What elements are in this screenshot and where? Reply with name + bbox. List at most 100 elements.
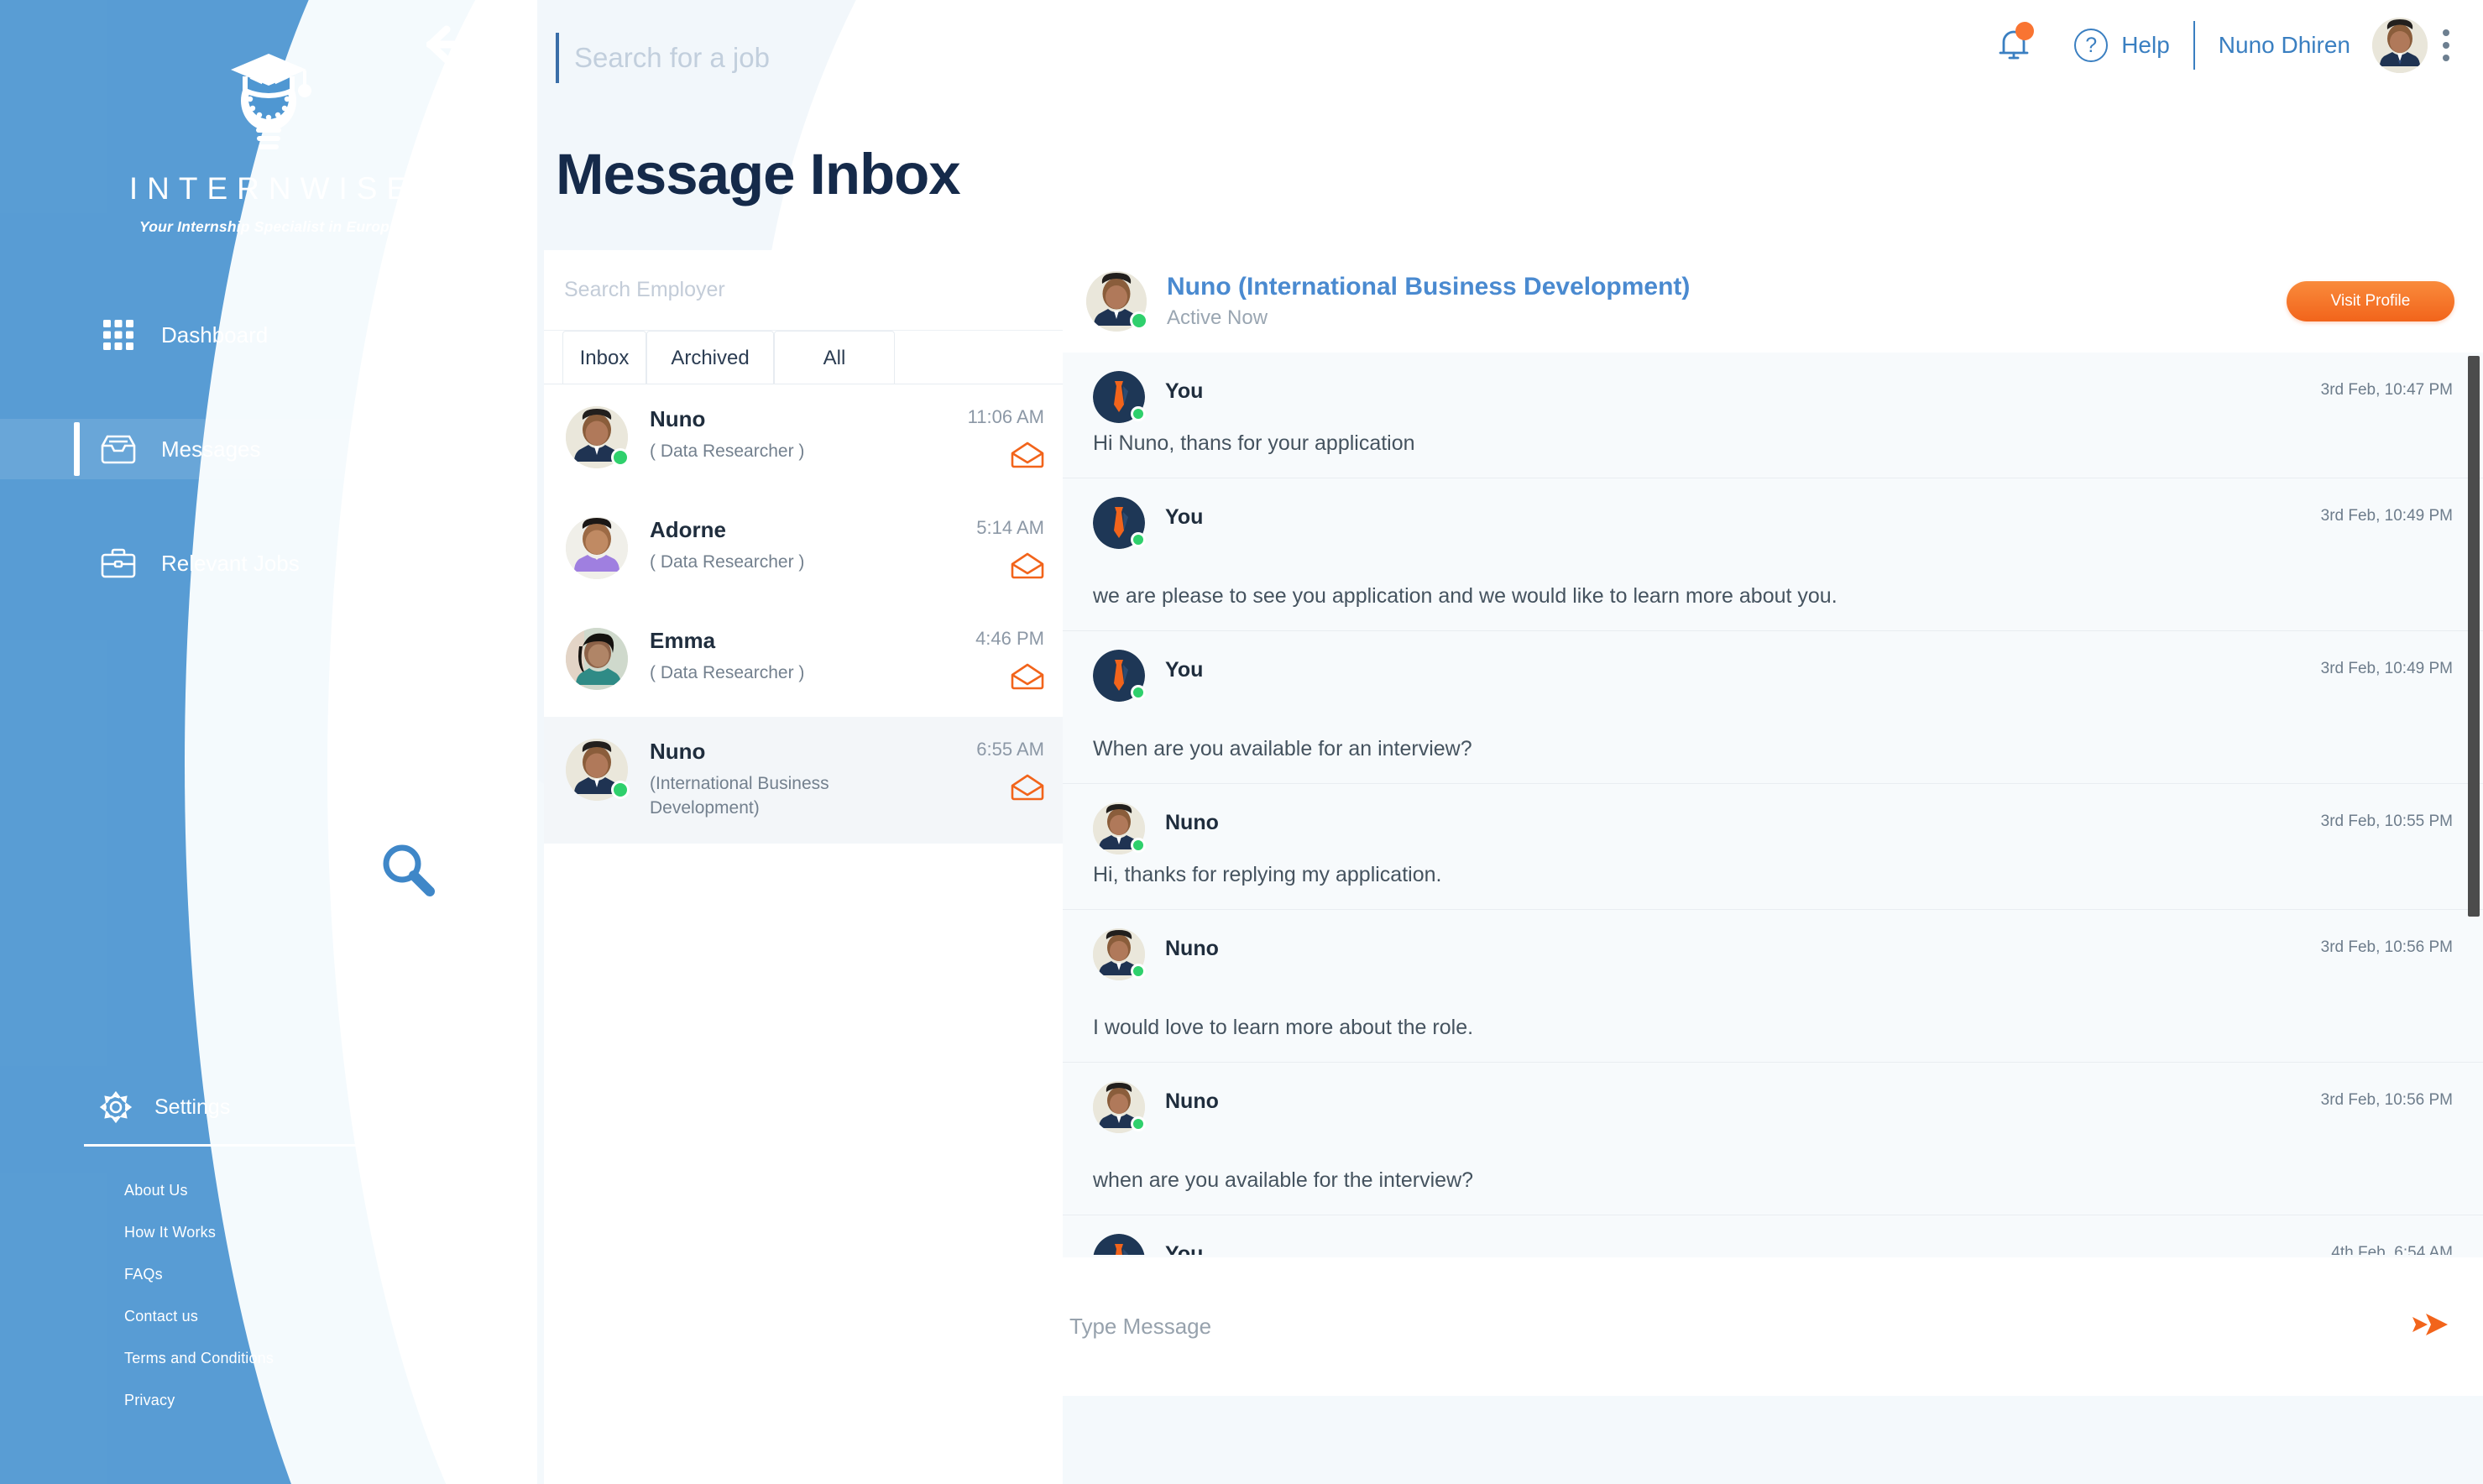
bell-icon[interactable] (1995, 22, 2035, 65)
sidebar-item-relevant-jobs[interactable]: Relevant Jobs (0, 533, 537, 593)
tab-archived[interactable]: Archived (646, 331, 774, 384)
chat-header-text: Nuno (International Business Development… (1167, 273, 2287, 330)
message-sender: You (1165, 1242, 1204, 1255)
avatar (1093, 650, 1146, 702)
contact-role: ( Data Researcher ) (650, 442, 805, 461)
message-text: When are you available for an interview? (1093, 737, 1472, 760)
employer-search-placeholder: Search Employer (564, 278, 725, 301)
message-row: You 3rd Feb, 10:49 PM When are you avail… (1063, 631, 2483, 784)
avatar (1093, 371, 1146, 423)
footer-link-terms[interactable]: Terms and Conditions (0, 1350, 537, 1367)
envelope-open-icon[interactable] (1011, 552, 1044, 583)
employer-search-input[interactable]: Search Employer (544, 250, 1063, 331)
briefcase-icon (99, 544, 138, 583)
list-item[interactable]: Emma ( Data Researcher ) 4:46 PM (544, 606, 1063, 717)
list-item-text: Adorne ( Data Researcher ) (650, 517, 944, 583)
online-status-dot (611, 781, 630, 799)
kebab-menu-icon[interactable] (2443, 29, 2451, 61)
sidebar-item-dashboard[interactable]: Dashboard (0, 305, 537, 365)
message-header: You 4th Feb, 6:54 AM (1093, 1234, 2453, 1255)
message-sender: Nuno (1165, 811, 1219, 834)
online-status-dot (1131, 838, 1146, 853)
inbox-panels: Search Employer Inbox Archived All Nuno … (544, 250, 2483, 1484)
message-header: Nuno 3rd Feb, 10:55 PM (1093, 802, 2453, 854)
message-text: we are please to see you application and… (1093, 584, 1837, 608)
contact-name: Adorne (650, 517, 726, 542)
message-time: 5:14 AM (976, 517, 1044, 538)
help-label: Help (2121, 32, 2170, 58)
footer-link-privacy[interactable]: Privacy (0, 1392, 537, 1409)
online-status-dot (611, 448, 630, 467)
chat-panel: Nuno (International Business Development… (1063, 250, 2483, 1484)
sidebar-nav: Dashboard Messages Relevant Jobs (0, 305, 537, 593)
list-item-meta: 11:06 AM (944, 406, 1044, 473)
message-sender: You (1165, 505, 1204, 529)
online-status-dot (1131, 685, 1146, 700)
message-header: You 3rd Feb, 10:49 PM (1093, 497, 2453, 549)
visit-profile-button[interactable]: Visit Profile (2287, 281, 2454, 321)
message-row: Nuno 3rd Feb, 10:56 PM when are you avai… (1063, 1063, 2483, 1215)
inbox-tray-icon (99, 430, 138, 468)
message-row: You 3rd Feb, 10:49 PM we are please to s… (1063, 478, 2483, 631)
avatar[interactable] (2372, 18, 2428, 73)
list-item-text: Nuno ( Data Researcher ) (650, 406, 944, 473)
message-text: Hi, thanks for replying my application. (1093, 863, 1442, 886)
message-time: 3rd Feb, 10:56 PM (2320, 1091, 2453, 1109)
message-header: You 3rd Feb, 10:49 PM (1093, 650, 2453, 702)
self-avatar-icon (1093, 1234, 1145, 1255)
online-status-dot (1131, 406, 1146, 421)
contact-name: Emma (650, 628, 716, 653)
avatar (1093, 802, 1146, 854)
message-time: 6:55 AM (976, 739, 1044, 760)
message-sender: You (1165, 658, 1204, 682)
footer-link-about-us[interactable]: About Us (0, 1182, 537, 1199)
page-title: Message Inbox (556, 142, 961, 206)
message-time: 3rd Feb, 10:47 PM (2320, 381, 2453, 399)
avatar (1093, 1234, 1145, 1255)
list-item[interactable]: Nuno ( Data Researcher ) 11:06 AM (544, 384, 1063, 495)
list-item[interactable]: Nuno (International Business Development… (544, 717, 1063, 844)
job-search-placeholder: Search for a job (574, 42, 770, 73)
footer-link-faqs[interactable]: FAQs (0, 1266, 537, 1283)
online-status-dot (1131, 1116, 1146, 1131)
tab-inbox[interactable]: Inbox (562, 331, 646, 384)
thread-scrollbar[interactable] (2468, 356, 2480, 917)
message-composer[interactable]: Type Message (1063, 1257, 2483, 1396)
message-input-placeholder: Type Message (1069, 1314, 1212, 1339)
list-item[interactable]: Adorne ( Data Researcher ) 5:14 AM (544, 495, 1063, 606)
avatar (566, 517, 628, 579)
back-arrow-icon[interactable] (426, 25, 479, 64)
footer-link-how-it-works[interactable]: How It Works (0, 1224, 537, 1241)
message-header: Nuno 3rd Feb, 10:56 PM (1093, 928, 2453, 980)
list-item-meta: 5:14 AM (944, 517, 1044, 583)
help-button[interactable]: ? Help (2074, 29, 2170, 62)
tab-all[interactable]: All (774, 331, 895, 384)
message-time: 4:46 PM (975, 628, 1044, 649)
message-text: when are you available for the interview… (1093, 1168, 1474, 1192)
message-header: You 3rd Feb, 10:47 PM (1093, 371, 2453, 423)
list-item-text: Nuno (International Business Development… (650, 739, 944, 821)
user-name[interactable]: Nuno Dhiren (2219, 32, 2350, 59)
conversation-list-panel: Search Employer Inbox Archived All Nuno … (544, 250, 1063, 1484)
message-sender: Nuno (1165, 1089, 1219, 1113)
envelope-open-icon[interactable] (1011, 663, 1044, 694)
search-caret (556, 33, 559, 83)
header-divider (2193, 21, 2195, 70)
send-arrow-icon[interactable] (2411, 1310, 2449, 1343)
bottom-strip (1063, 1396, 2483, 1484)
message-time: 3rd Feb, 10:55 PM (2320, 813, 2453, 830)
settings-label: Settings (154, 1095, 231, 1119)
envelope-open-icon[interactable] (1011, 442, 1044, 473)
sidebar: INTERNWISE Your Internship Specialist in… (0, 0, 537, 1484)
sidebar-item-messages[interactable]: Messages (0, 419, 537, 479)
sidebar-item-settings[interactable]: Settings (0, 1090, 537, 1124)
avatar (1093, 497, 1146, 549)
message-thread[interactable]: You 3rd Feb, 10:47 PM Hi Nuno, thans for… (1063, 353, 2483, 1255)
envelope-open-icon[interactable] (1011, 774, 1044, 805)
contact-role: ( Data Researcher ) (650, 663, 805, 682)
sidebar-item-label: Relevant Jobs (161, 550, 300, 576)
footer-link-contact-us[interactable]: Contact us (0, 1308, 537, 1325)
online-status-dot (1131, 532, 1146, 547)
chat-contact-name[interactable]: Nuno (International Business Development… (1167, 273, 2287, 301)
